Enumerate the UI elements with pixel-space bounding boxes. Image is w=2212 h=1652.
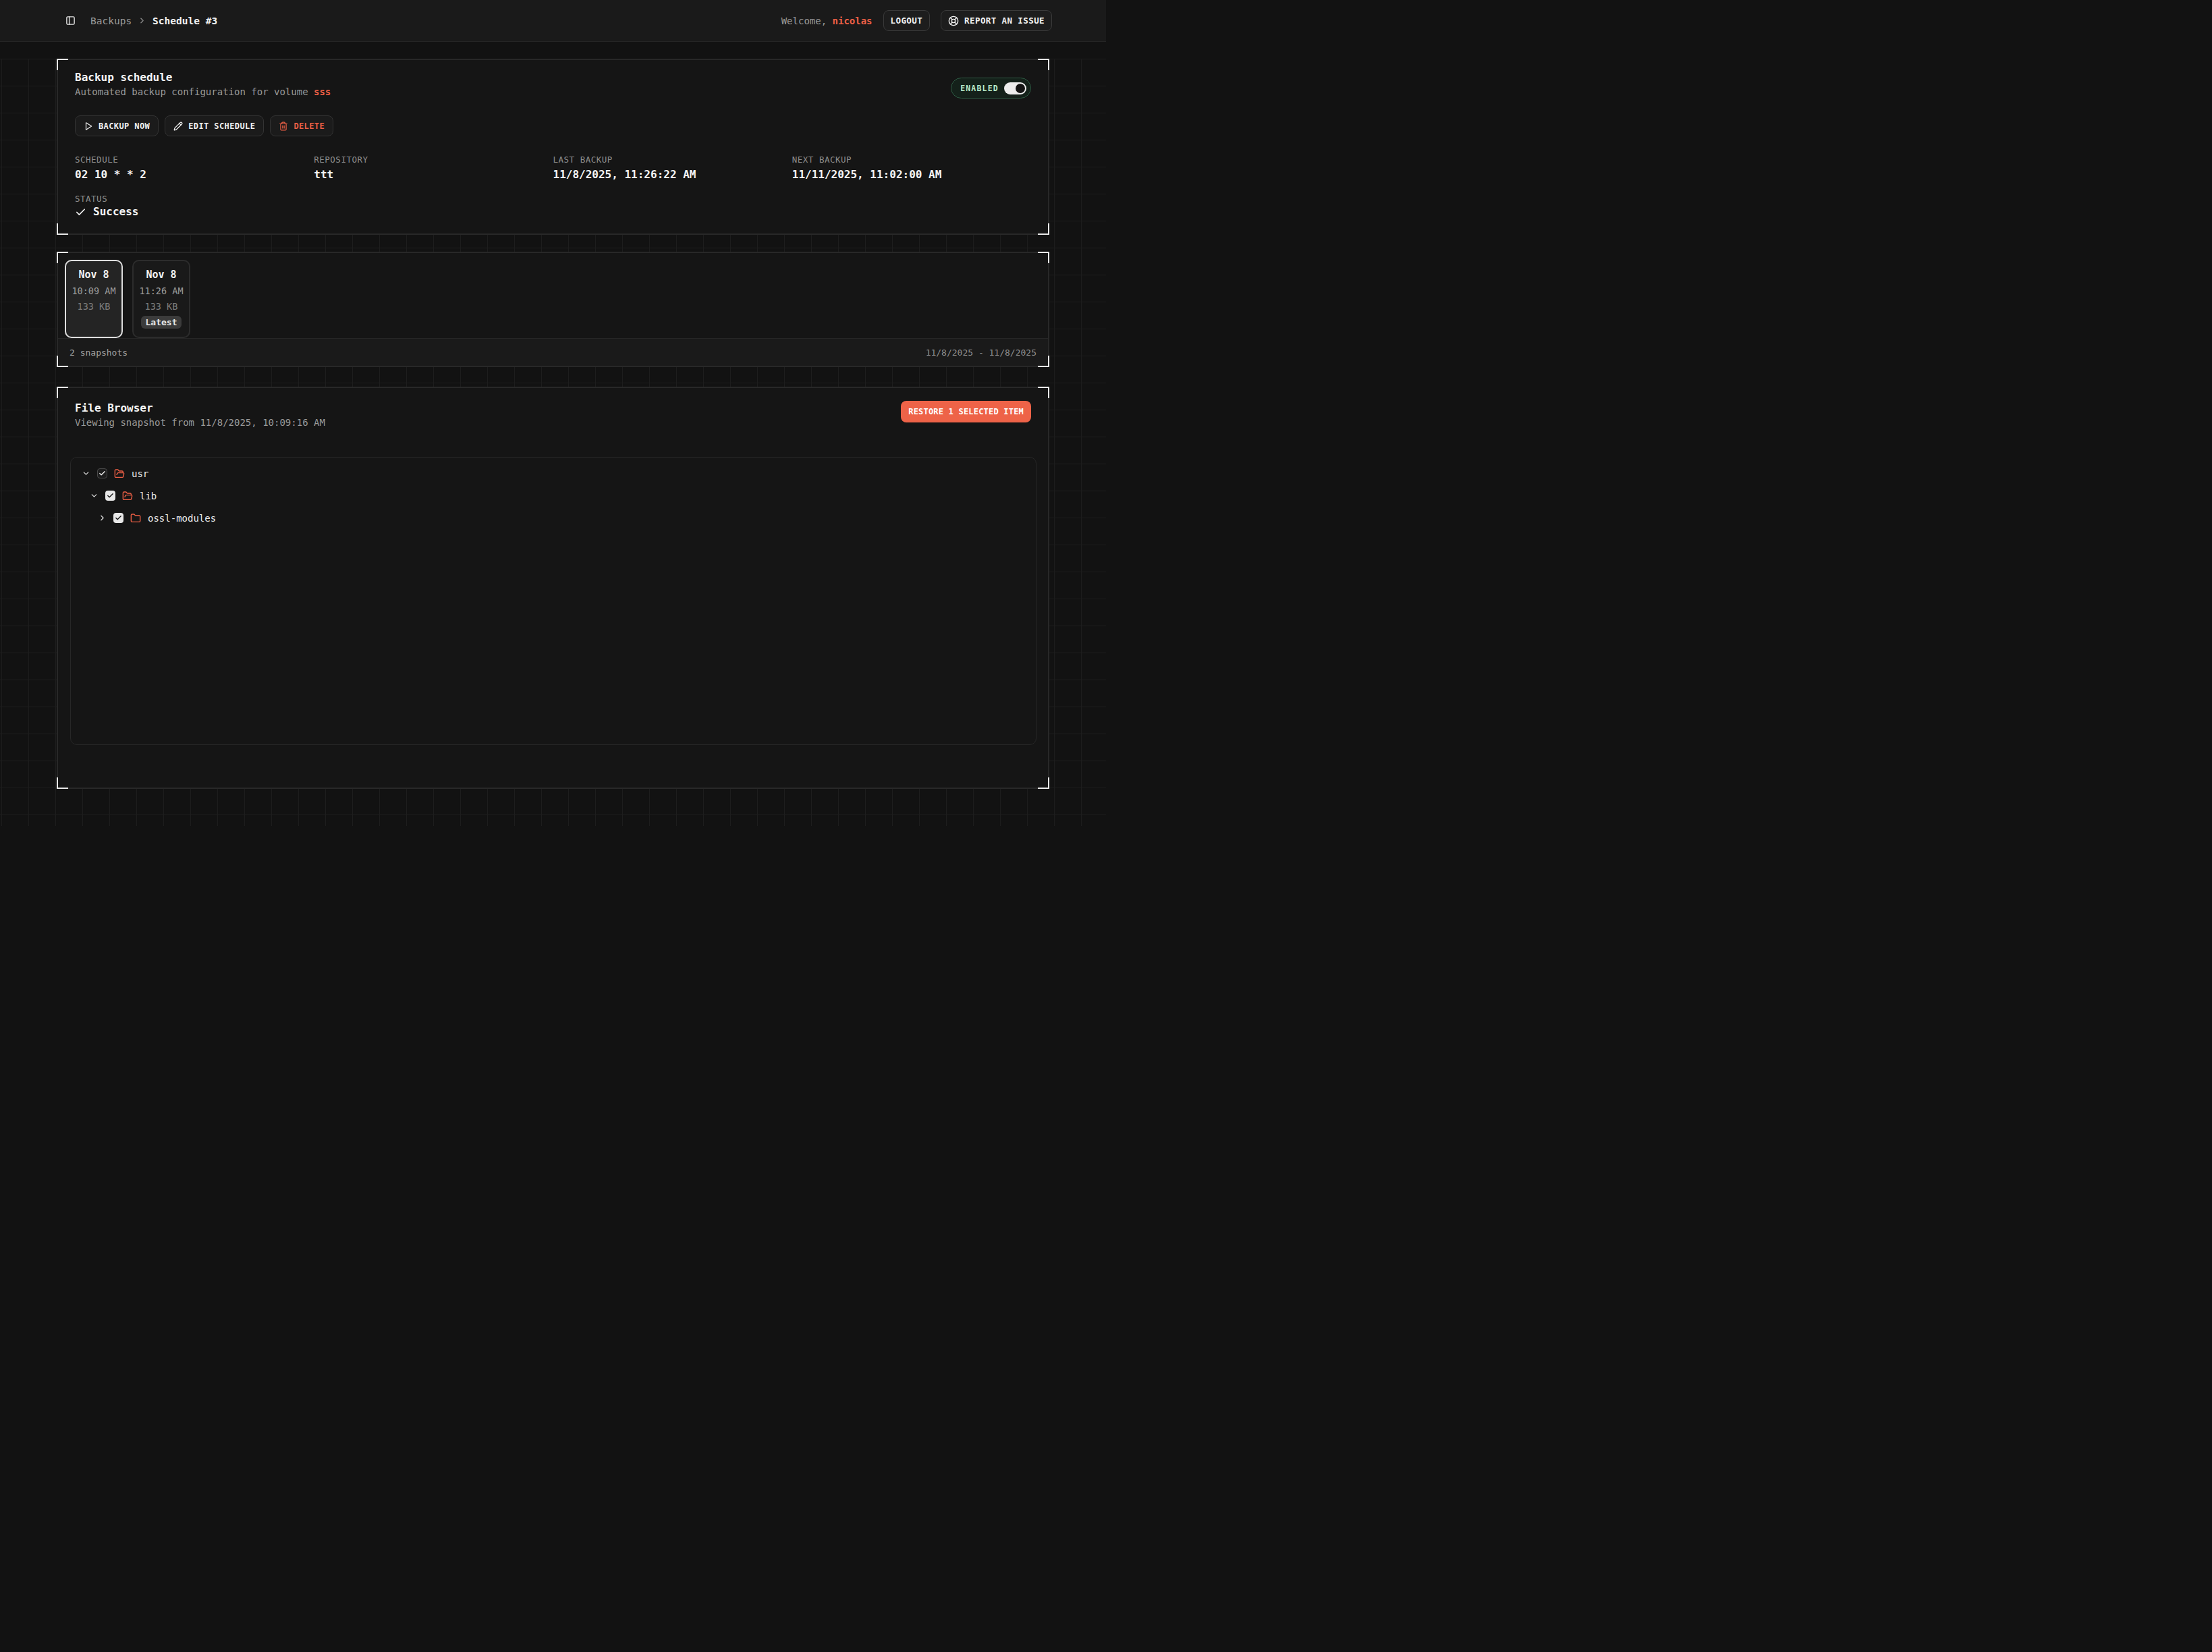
tree-label: ossl-modules bbox=[148, 513, 216, 524]
file-browser-subtitle: Viewing snapshot from 11/8/2025, 10:09:1… bbox=[75, 416, 325, 429]
field-label: LAST BACKUP bbox=[553, 155, 792, 165]
play-icon bbox=[84, 121, 93, 131]
tree-row-lib[interactable]: lib bbox=[82, 485, 1025, 507]
backup-now-button[interactable]: BACKUP NOW bbox=[75, 115, 159, 136]
enabled-switch[interactable] bbox=[1004, 82, 1026, 94]
check-icon bbox=[75, 206, 86, 218]
snapshot-time: 11:26 AM bbox=[134, 285, 189, 296]
chevron-down-icon[interactable] bbox=[82, 469, 90, 478]
breadcrumb-current-page: Schedule #3 bbox=[153, 16, 217, 26]
checkbox-ossl-modules[interactable] bbox=[113, 513, 123, 523]
snapshot-size: 133 KB bbox=[134, 301, 189, 312]
tree-label: usr bbox=[132, 468, 148, 479]
chevron-down-icon[interactable] bbox=[90, 491, 99, 500]
field-last-backup: LAST BACKUP 11/8/2025, 11:26:22 AM bbox=[553, 155, 792, 182]
corner-bracket bbox=[1038, 252, 1049, 263]
snapshot-count: 2 snapshots bbox=[70, 348, 128, 358]
enabled-toggle-pill: ENABLED bbox=[951, 78, 1031, 99]
corner-bracket bbox=[1038, 387, 1049, 398]
field-label: REPOSITORY bbox=[314, 155, 553, 165]
snapshot-date: Nov 8 bbox=[66, 269, 121, 281]
panel-left-icon bbox=[65, 16, 76, 26]
checkbox-usr[interactable] bbox=[97, 468, 107, 478]
latest-badge: Latest bbox=[141, 316, 182, 329]
tree-row-usr[interactable]: usr bbox=[82, 462, 1025, 485]
breadcrumb-backups[interactable]: Backups bbox=[90, 16, 132, 26]
main-content: Backup schedule Automated backup configu… bbox=[0, 59, 1106, 826]
corner-bracket bbox=[57, 252, 68, 263]
field-value: 02 10 * * 2 bbox=[75, 167, 314, 182]
chevron-right-icon bbox=[138, 16, 146, 25]
field-label: SCHEDULE bbox=[75, 155, 314, 165]
pencil-icon bbox=[173, 121, 183, 131]
field-status: STATUS Success bbox=[75, 194, 1031, 219]
folder-icon bbox=[130, 513, 141, 524]
schedule-panel-subtitle: Automated backup configuration for volum… bbox=[75, 85, 331, 99]
volume-name: sss bbox=[314, 86, 331, 97]
corner-bracket bbox=[57, 387, 68, 398]
field-label: NEXT BACKUP bbox=[792, 155, 1031, 165]
snapshot-card-selected[interactable]: Nov 8 10:09 AM 133 KB bbox=[65, 260, 123, 338]
backup-schedule-panel: Backup schedule Automated backup configu… bbox=[57, 59, 1049, 235]
corner-bracket bbox=[57, 356, 68, 367]
switch-knob bbox=[1016, 84, 1025, 93]
snapshot-time: 10:09 AM bbox=[66, 285, 121, 296]
file-browser-panel: File Browser Viewing snapshot from 11/8/… bbox=[57, 387, 1049, 789]
welcome-text: Welcome, nicolas bbox=[781, 16, 873, 26]
snapshots-panel: Nov 8 10:09 AM 133 KB Nov 8 11:26 AM 133… bbox=[57, 252, 1049, 367]
edit-schedule-button[interactable]: EDIT SCHEDULE bbox=[165, 115, 264, 136]
corner-bracket bbox=[1038, 356, 1049, 367]
chevron-right-icon[interactable] bbox=[98, 514, 107, 522]
checkbox-lib[interactable] bbox=[105, 491, 115, 501]
field-value: ttt bbox=[314, 167, 553, 182]
folder-open-icon bbox=[114, 468, 125, 479]
field-schedule: SCHEDULE 02 10 * * 2 bbox=[75, 155, 314, 182]
field-value: 11/11/2025, 11:02:00 AM bbox=[792, 167, 1031, 182]
delete-button[interactable]: DELETE bbox=[270, 115, 333, 136]
logout-button[interactable]: LOGOUT bbox=[883, 10, 931, 31]
top-bar: Backups Schedule #3 Welcome, nicolas LOG… bbox=[0, 0, 1106, 42]
snapshot-card-latest[interactable]: Nov 8 11:26 AM 133 KB Latest bbox=[132, 260, 190, 338]
report-issue-button[interactable]: REPORT AN ISSUE bbox=[941, 10, 1052, 31]
file-tree: usr lib ossl-modules bbox=[70, 457, 1036, 745]
breadcrumb: Backups Schedule #3 bbox=[90, 16, 217, 26]
corner-bracket bbox=[1038, 777, 1049, 789]
username: nicolas bbox=[833, 16, 873, 26]
file-browser-title: File Browser bbox=[75, 402, 325, 415]
life-buoy-icon bbox=[948, 16, 959, 26]
restore-selected-button[interactable]: RESTORE 1 SELECTED ITEM bbox=[901, 401, 1031, 422]
schedule-panel-title: Backup schedule bbox=[75, 71, 331, 84]
snapshot-date-range: 11/8/2025 - 11/8/2025 bbox=[926, 348, 1036, 358]
corner-bracket bbox=[57, 223, 68, 235]
sidebar-toggle-button[interactable] bbox=[65, 16, 76, 26]
snapshots-footer: 2 snapshots 11/8/2025 - 11/8/2025 bbox=[58, 338, 1048, 366]
tree-label: lib bbox=[140, 491, 157, 501]
tree-row-ossl-modules[interactable]: ossl-modules bbox=[82, 507, 1025, 529]
corner-bracket bbox=[57, 59, 68, 70]
breadcrumb-separator bbox=[138, 16, 146, 25]
corner-bracket bbox=[1038, 223, 1049, 235]
snapshot-size: 133 KB bbox=[66, 301, 121, 312]
corner-bracket bbox=[57, 777, 68, 789]
field-repository: REPOSITORY ttt bbox=[314, 155, 553, 182]
field-value: 11/8/2025, 11:26:22 AM bbox=[553, 167, 792, 182]
check-icon bbox=[107, 492, 114, 499]
snapshot-date: Nov 8 bbox=[134, 269, 189, 281]
field-label: STATUS bbox=[75, 194, 1031, 204]
check-icon bbox=[99, 470, 106, 477]
enabled-label: ENABLED bbox=[960, 84, 999, 93]
field-next-backup: NEXT BACKUP 11/11/2025, 11:02:00 AM bbox=[792, 155, 1031, 182]
corner-bracket bbox=[1038, 59, 1049, 70]
check-icon bbox=[115, 514, 122, 522]
folder-open-icon bbox=[122, 491, 133, 501]
status-value: Success bbox=[75, 204, 1031, 219]
trash-icon bbox=[279, 121, 288, 131]
